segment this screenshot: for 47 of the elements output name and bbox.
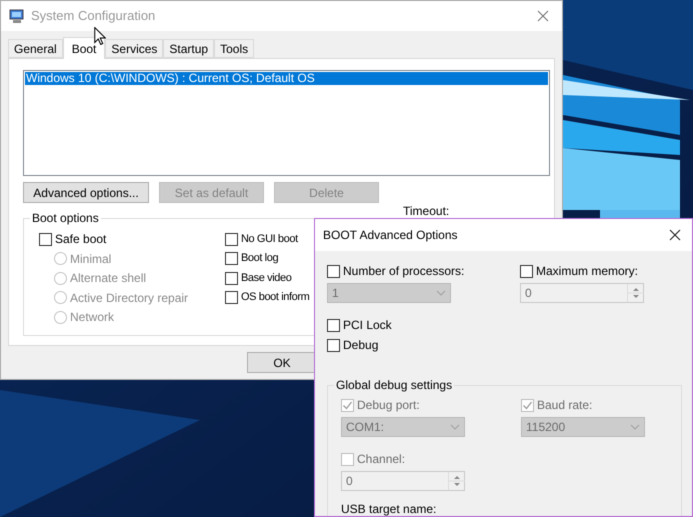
- field-label: USB target name:: [341, 502, 438, 516]
- checkbox-label: OS boot inform: [241, 290, 310, 306]
- radio-label: Network: [70, 309, 114, 326]
- group-title: Boot options: [30, 211, 101, 225]
- dropdown-value: COM1:: [346, 419, 384, 436]
- tab[interactable]: General: [8, 39, 63, 58]
- checkbox[interactable]: [327, 318, 340, 332]
- checkbox[interactable]: [225, 252, 238, 265]
- checkbox-label: No GUI boot: [241, 232, 298, 247]
- window-title: System Configuration: [31, 7, 156, 26]
- boot-list[interactable]: Windows 10 (C:\WINDOWS) : Current OS; Default OS: [23, 70, 550, 176]
- tab[interactable]: Tools: [214, 39, 254, 58]
- radio-label: Active Directory repair: [70, 290, 188, 306]
- timeout-label: Timeout:: [403, 205, 450, 218]
- checkbox[interactable]: [39, 232, 52, 246]
- checkbox[interactable]: [225, 232, 238, 246]
- caret-icon: [436, 290, 446, 296]
- caret-icon: [450, 424, 460, 430]
- checkbox-label: Debug port:: [357, 397, 420, 414]
- checkbox-label: Base video: [241, 270, 292, 286]
- spin-value: 0: [524, 285, 532, 302]
- checkbox[interactable]: [327, 338, 340, 352]
- button[interactable]: Advanced options...: [23, 182, 149, 203]
- tab[interactable]: Startup: [163, 39, 214, 58]
- checkbox-label: Safe boot: [55, 231, 106, 248]
- spin-value: 0: [345, 473, 353, 490]
- dropdown-value: 115200: [526, 419, 566, 436]
- dialog-title: BOOT Advanced Options: [323, 227, 459, 244]
- list-item[interactable]: Windows 10 (C:\WINDOWS) : Current OS; Default OS: [25, 72, 548, 85]
- checkbox-label: Number of processors:: [343, 263, 464, 280]
- tab[interactable]: Services: [105, 39, 164, 58]
- button[interactable]: OK: [247, 352, 317, 373]
- caret-icon: [630, 424, 640, 430]
- checkbox-label: Debug: [343, 337, 378, 354]
- checkbox[interactable]: [225, 272, 238, 284]
- checkbox-label: Maximum memory:: [536, 263, 638, 280]
- checkbox-label: Boot log: [241, 251, 278, 266]
- checkbox-label: Channel:: [357, 451, 406, 468]
- dropdown-value: 1: [332, 285, 339, 302]
- radio-label: Alternate shell: [70, 270, 146, 287]
- tab[interactable]: Boot: [62, 37, 106, 59]
- checkbox[interactable]: [225, 291, 238, 304]
- checkbox-label: Baud rate:: [537, 397, 592, 414]
- radio-label: Minimal: [70, 250, 112, 268]
- checkbox-label: PCI Lock: [343, 317, 392, 334]
- group-title: Global debug settings: [334, 378, 454, 392]
- monitor-icon: [9, 8, 25, 24]
